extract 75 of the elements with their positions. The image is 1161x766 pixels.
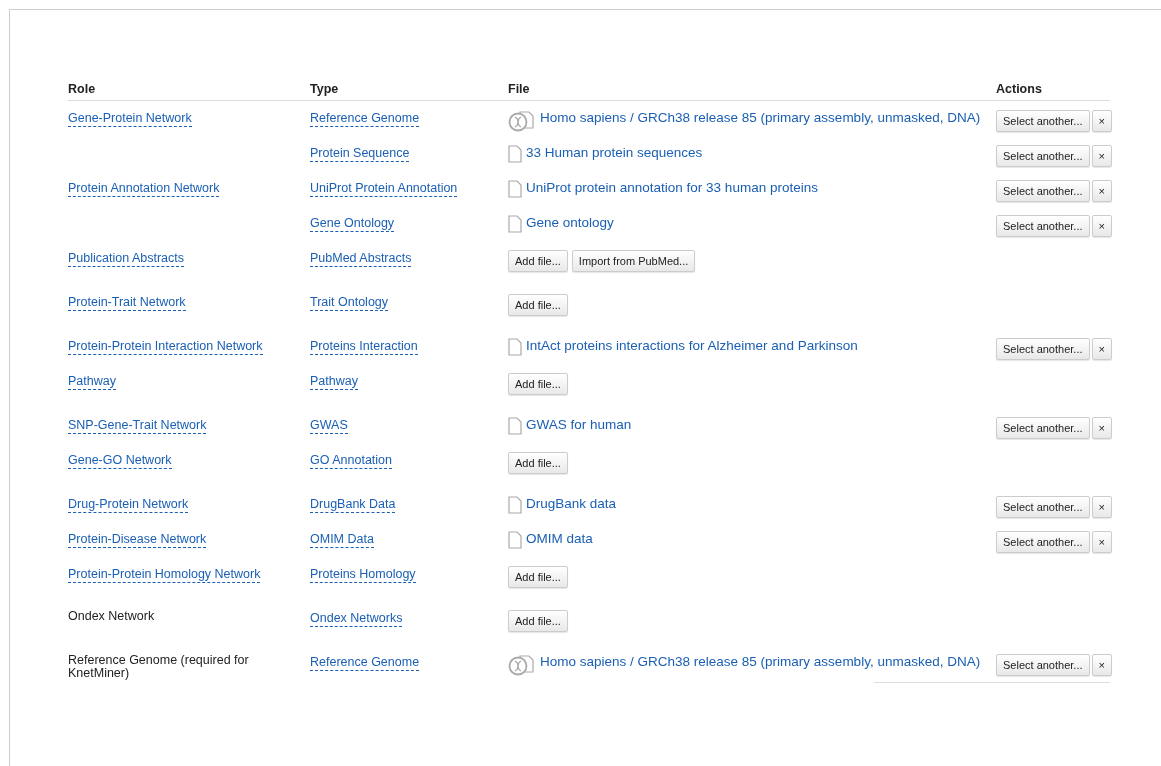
type-link[interactable]: OMIM Data (310, 531, 374, 548)
add-file-button[interactable]: Add file... (508, 610, 568, 632)
role-label: Reference Genome (required for KnetMiner) (68, 654, 250, 680)
select-another-button[interactable]: Select another... (996, 338, 1090, 360)
select-another-button[interactable]: Select another... (996, 145, 1090, 167)
remove-button[interactable]: × (1091, 417, 1112, 439)
type-link[interactable]: Trait Ontology (310, 294, 389, 311)
type-link[interactable]: PubMed Abstracts (310, 250, 412, 267)
file-link[interactable]: Gene ontology (526, 215, 614, 231)
select-another-button[interactable]: Select another... (996, 496, 1090, 518)
column-header: Type (310, 82, 508, 101)
add-file-button[interactable]: Add file... (508, 294, 568, 316)
column-header: File (508, 82, 996, 101)
type-link[interactable]: GO Annotation (310, 452, 392, 469)
type-link[interactable]: Reference Genome (310, 654, 420, 671)
document-icon (508, 338, 522, 356)
type-link[interactable]: DrugBank Data (310, 496, 396, 513)
select-another-button[interactable]: Select another... (996, 215, 1090, 237)
role-link[interactable]: Protein-Trait Network (68, 294, 186, 311)
file-link[interactable]: GWAS for human (526, 417, 632, 433)
document-icon (508, 417, 522, 435)
file-link[interactable]: Homo sapiens / GRCh38 release 85 (primary assembly, unmasked, DNA) (540, 110, 981, 126)
type-link[interactable]: UniProt Protein Annotation (310, 180, 458, 197)
select-another-button[interactable]: Select another... (996, 110, 1090, 132)
type-link[interactable]: Protein Sequence (310, 145, 410, 162)
dna-document-icon (508, 110, 536, 132)
select-another-button[interactable]: Select another... (996, 180, 1090, 202)
role-link[interactable]: Gene-Protein Network (68, 110, 192, 127)
column-header: Role (68, 82, 310, 101)
role-link[interactable]: SNP-Gene-Trait Network (68, 417, 207, 434)
type-link[interactable]: Gene Ontology (310, 215, 395, 232)
import-button[interactable]: Import from PubMed... (571, 250, 696, 272)
add-file-button[interactable]: Add file... (508, 250, 568, 272)
remove-button[interactable]: × (1091, 496, 1112, 518)
add-file-button[interactable]: Add file... (508, 452, 568, 474)
column-header: Actions (996, 82, 1110, 101)
role-link[interactable]: Protein-Protein Homology Network (68, 566, 261, 583)
remove-button[interactable]: × (1091, 145, 1112, 167)
file-link[interactable]: DrugBank data (526, 496, 617, 512)
remove-button[interactable]: × (1091, 110, 1112, 132)
type-link[interactable]: GWAS (310, 417, 348, 434)
file-link[interactable]: 33 Human protein sequences (526, 145, 703, 161)
dna-document-icon (508, 654, 536, 676)
remove-button[interactable]: × (1091, 215, 1112, 237)
document-icon (508, 215, 522, 233)
type-link[interactable]: Reference Genome (310, 110, 420, 127)
select-another-button[interactable]: Select another... (996, 654, 1090, 676)
file-link[interactable]: IntAct proteins interactions for Alzheimer and Parkinson (526, 338, 858, 354)
role-link[interactable]: Protein-Disease Network (68, 531, 207, 548)
remove-button[interactable]: × (1091, 338, 1112, 360)
remove-button[interactable]: × (1091, 654, 1112, 676)
document-icon (508, 531, 522, 549)
file-link[interactable]: OMIM data (526, 531, 593, 547)
remove-button[interactable]: × (1091, 180, 1112, 202)
file-link[interactable]: Homo sapiens / GRCh38 release 85 (primary assembly, unmasked, DNA) (540, 654, 981, 670)
file-link[interactable]: UniProt protein annotation for 33 human proteins (526, 180, 818, 196)
remove-button[interactable]: × (1091, 531, 1112, 553)
type-link[interactable]: Proteins Homology (310, 566, 416, 583)
type-link[interactable]: Pathway (310, 373, 358, 390)
role-link[interactable]: Protein-Protein Interaction Network (68, 338, 263, 355)
select-another-button[interactable]: Select another... (996, 417, 1090, 439)
role-link[interactable]: Drug-Protein Network (68, 496, 189, 513)
role-link[interactable]: Publication Abstracts (68, 250, 185, 267)
role-link[interactable]: Protein Annotation Network (68, 180, 220, 197)
document-icon (508, 180, 522, 198)
document-icon (508, 496, 522, 514)
add-file-button[interactable]: Add file... (508, 373, 568, 395)
type-link[interactable]: Ondex Networks (310, 610, 403, 627)
type-link[interactable]: Proteins Interaction (310, 338, 418, 355)
role-link[interactable]: Pathway (68, 373, 116, 390)
select-another-button[interactable]: Select another... (996, 531, 1090, 553)
document-icon (508, 145, 522, 163)
role-label: Ondex Network (68, 610, 156, 623)
add-file-button[interactable]: Add file... (508, 566, 568, 588)
role-link[interactable]: Gene-GO Network (68, 452, 172, 469)
